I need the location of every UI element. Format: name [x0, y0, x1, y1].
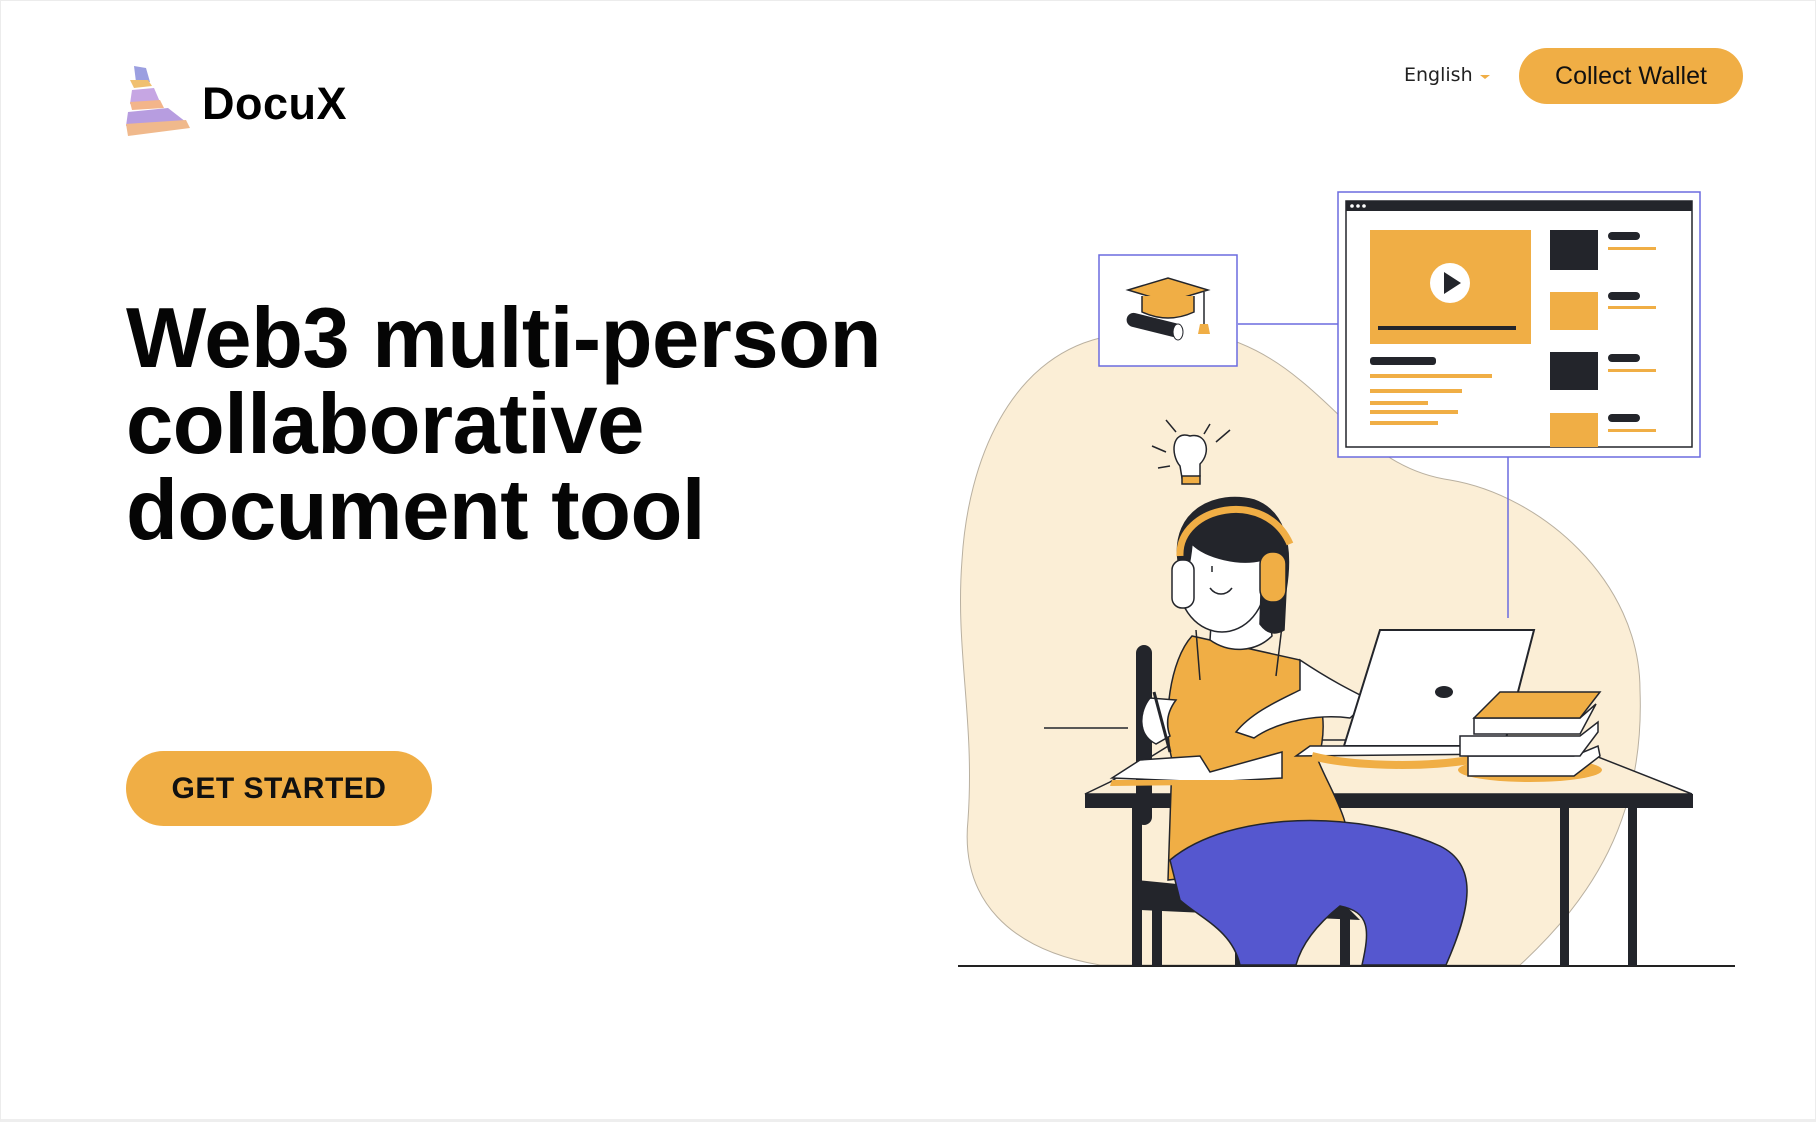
- logo-text: DocuX: [202, 78, 348, 129]
- browser-window-card: [1337, 191, 1701, 458]
- logo-mark-icon: [126, 66, 190, 136]
- hero-title-line: Web3 multi-person: [126, 291, 882, 386]
- chevron-down-icon: [1479, 75, 1490, 79]
- hero-title-line: document tool: [126, 463, 706, 558]
- graduation-card: [1098, 254, 1238, 367]
- get-started-button[interactable]: GET STARTED: [126, 751, 432, 826]
- language-label: English: [1404, 64, 1473, 86]
- language-selector[interactable]: English: [1404, 64, 1491, 86]
- hero-illustration: [958, 191, 1735, 967]
- hero-title: Web3 multi-person collaborative document…: [126, 296, 946, 554]
- logo[interactable]: DocuX: [124, 66, 347, 138]
- hero-title-line: collaborative: [126, 377, 644, 472]
- collect-wallet-button[interactable]: Collect Wallet: [1519, 48, 1743, 104]
